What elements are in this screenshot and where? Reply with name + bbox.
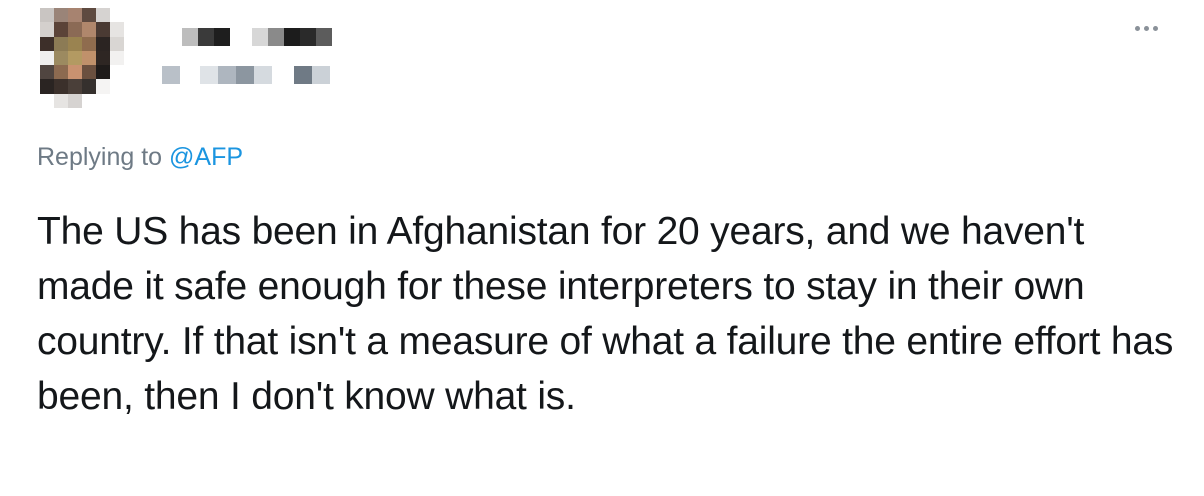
ellipsis-icon-dot	[1152, 25, 1158, 31]
reply-context: Replying to @AFP	[37, 141, 243, 173]
more-options-button[interactable]	[1126, 14, 1166, 42]
reply-prefix: Replying to	[37, 143, 163, 171]
avatar[interactable]	[40, 8, 124, 109]
tweet-text: The US has been in Afghanistan for 20 ye…	[37, 210, 1174, 418]
ellipsis-icon-dot	[1143, 25, 1149, 31]
reply-to-handle-link[interactable]: @AFP	[169, 143, 243, 171]
tweet-card: Replying to @AFP The US has been in Afgh…	[0, 0, 1204, 496]
author-name-redaction	[182, 28, 332, 46]
ellipsis-icon	[1134, 25, 1140, 31]
author-handle-redaction	[162, 66, 330, 84]
